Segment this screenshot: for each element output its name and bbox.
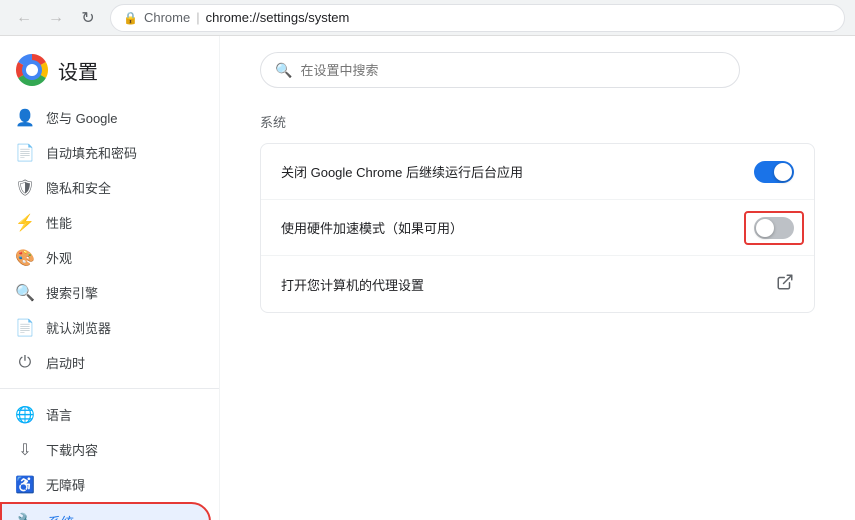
sidebar-item-browser[interactable]: 📄 就认浏览器 bbox=[0, 310, 211, 345]
background-apps-toggle[interactable] bbox=[754, 161, 794, 183]
secure-icon: 🔒 bbox=[123, 11, 138, 25]
setting-row-background-apps: 关闭 Google Chrome 后继续运行后台应用 bbox=[261, 144, 814, 200]
search-input-icon: 🔍 bbox=[275, 62, 292, 79]
sidebar-item-google-account[interactable]: 👤 您与 Google bbox=[0, 100, 211, 135]
sidebar-label-google-account: 您与 Google bbox=[46, 108, 118, 127]
sidebar-label-performance: 性能 bbox=[46, 213, 72, 232]
lightning-icon: ⚡ bbox=[16, 214, 34, 232]
sidebar-label-language: 语言 bbox=[46, 405, 72, 424]
sidebar-divider bbox=[0, 388, 219, 389]
sidebar: 设置 👤 您与 Google 📄 自动填充和密码 🛡 隐私和安全 ⚡ 性能 🎨 … bbox=[0, 36, 220, 520]
power-icon: ⏻ bbox=[16, 354, 34, 372]
sidebar-label-appearance: 外观 bbox=[46, 248, 72, 267]
background-apps-track bbox=[754, 161, 794, 183]
sidebar-item-accessibility[interactable]: ♿ 无障碍 bbox=[0, 467, 211, 502]
person-icon: 👤 bbox=[16, 109, 34, 127]
sidebar-item-language[interactable]: 🌐 语言 bbox=[0, 397, 211, 432]
sidebar-item-system[interactable]: 🔧 系统 bbox=[0, 502, 211, 520]
shield-icon: 🛡 bbox=[16, 179, 34, 197]
nav-buttons: ← → ↻ bbox=[10, 4, 102, 32]
hardware-acceleration-track bbox=[754, 217, 794, 239]
sidebar-item-startup[interactable]: ⏻ 启动时 bbox=[0, 345, 211, 380]
refresh-button[interactable]: ↻ bbox=[74, 4, 102, 32]
sidebar-item-appearance[interactable]: 🎨 外观 bbox=[0, 240, 211, 275]
back-button[interactable]: ← bbox=[10, 4, 38, 32]
address-bar[interactable]: 🔒 Chrome | chrome://settings/system bbox=[110, 4, 845, 32]
wrench-icon: 🔧 bbox=[18, 513, 36, 520]
sidebar-item-downloads[interactable]: ⇩ 下载内容 bbox=[0, 432, 211, 467]
chrome-logo bbox=[16, 54, 48, 86]
hardware-acceleration-thumb bbox=[756, 219, 774, 237]
globe-icon: 🌐 bbox=[16, 406, 34, 424]
setting-row-proxy: 打开您计算机的代理设置 bbox=[261, 256, 814, 312]
sidebar-label-autofill: 自动填充和密码 bbox=[46, 143, 137, 162]
sidebar-label-accessibility: 无障碍 bbox=[46, 475, 85, 494]
sidebar-label-privacy: 隐私和安全 bbox=[46, 178, 111, 197]
setting-row-hardware-acceleration: 使用硬件加速模式（如果可用） bbox=[261, 200, 814, 256]
download-icon: ⇩ bbox=[16, 441, 34, 459]
external-link-icon[interactable] bbox=[776, 273, 794, 296]
url-path: chrome://settings/system bbox=[206, 10, 350, 25]
sidebar-item-autofill[interactable]: 📄 自动填充和密码 bbox=[0, 135, 211, 170]
forward-button[interactable]: → bbox=[42, 4, 70, 32]
paint-icon: 🎨 bbox=[16, 249, 34, 267]
search-icon: 🔍 bbox=[16, 284, 34, 302]
url-separator: | bbox=[196, 10, 199, 25]
sidebar-label-system: 系统 bbox=[48, 512, 74, 520]
browser-icon: 📄 bbox=[16, 319, 34, 337]
hardware-acceleration-label: 使用硬件加速模式（如果可用） bbox=[281, 218, 754, 237]
sidebar-header: 设置 bbox=[0, 48, 219, 100]
main-layout: 设置 👤 您与 Google 📄 自动填充和密码 🛡 隐私和安全 ⚡ 性能 🎨 … bbox=[0, 36, 855, 520]
background-apps-label: 关闭 Google Chrome 后继续运行后台应用 bbox=[281, 162, 754, 181]
content-area: 🔍 系统 关闭 Google Chrome 后继续运行后台应用 使用硬件加速模式… bbox=[220, 36, 855, 520]
background-apps-thumb bbox=[774, 163, 792, 181]
sidebar-item-privacy[interactable]: 🛡 隐私和安全 bbox=[0, 170, 211, 205]
sidebar-item-performance[interactable]: ⚡ 性能 bbox=[0, 205, 211, 240]
sidebar-label-search: 搜索引擎 bbox=[46, 283, 98, 302]
accessibility-icon: ♿ bbox=[16, 476, 34, 494]
settings-title: 设置 bbox=[58, 56, 98, 85]
section-title: 系统 bbox=[260, 112, 815, 131]
search-bar[interactable]: 🔍 bbox=[260, 52, 740, 88]
proxy-label: 打开您计算机的代理设置 bbox=[281, 275, 776, 294]
browser-toolbar: ← → ↻ 🔒 Chrome | chrome://settings/syste… bbox=[0, 0, 855, 36]
settings-card: 关闭 Google Chrome 后继续运行后台应用 使用硬件加速模式（如果可用… bbox=[260, 143, 815, 313]
sidebar-label-browser: 就认浏览器 bbox=[46, 318, 111, 337]
toggle-highlight-container bbox=[754, 217, 794, 239]
sidebar-label-downloads: 下载内容 bbox=[46, 440, 98, 459]
document-icon: 📄 bbox=[16, 144, 34, 162]
sidebar-item-search[interactable]: 🔍 搜索引擎 bbox=[0, 275, 211, 310]
hardware-acceleration-toggle[interactable] bbox=[754, 217, 794, 239]
search-input[interactable] bbox=[300, 63, 725, 78]
sidebar-label-startup: 启动时 bbox=[46, 353, 85, 372]
browser-label: Chrome bbox=[144, 10, 190, 25]
